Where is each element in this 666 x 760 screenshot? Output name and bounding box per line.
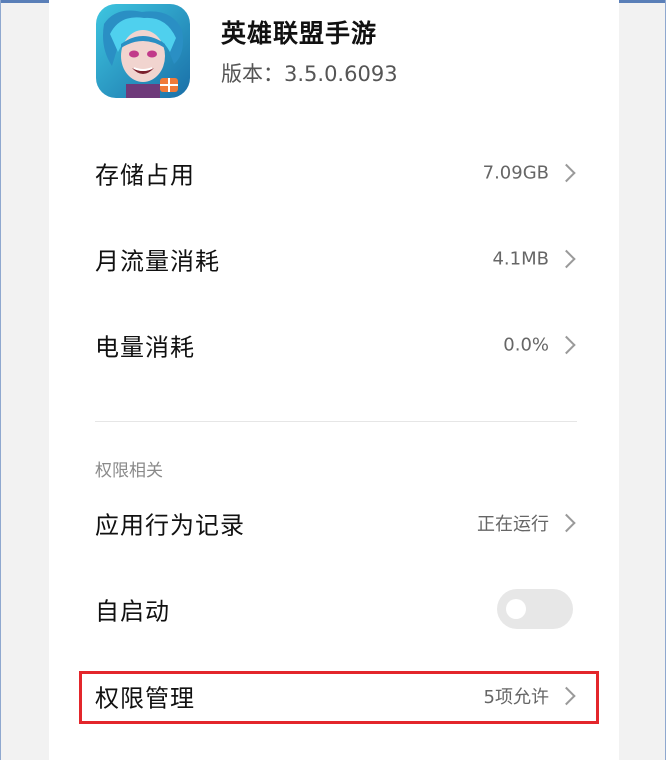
chevron-right-icon — [557, 163, 576, 183]
window-left-border — [0, 0, 1, 760]
row-battery[interactable]: 电量消耗 0.0% — [49, 302, 619, 388]
row-storage[interactable]: 存储占用 7.09GB — [49, 130, 619, 216]
section-title-permissions: 权限相关 — [95, 461, 163, 481]
row-value: 7.09GB — [482, 162, 549, 184]
row-app-behavior[interactable]: 应用行为记录 正在运行 — [49, 480, 619, 566]
toggle-knob — [506, 599, 526, 619]
chevron-right-icon — [557, 335, 576, 355]
chevron-right-icon — [557, 249, 576, 269]
game-character-icon — [96, 4, 190, 98]
row-label: 应用行为记录 — [95, 511, 245, 540]
app-icon-graphic — [96, 4, 190, 98]
autostart-toggle[interactable] — [497, 589, 573, 629]
app-info-panel: 英雄联盟手游 版本：3.5.0.6093 存储占用 7.09GB 月流量消耗 4… — [49, 0, 619, 760]
row-label: 月流量消耗 — [95, 247, 220, 276]
app-name: 英雄联盟手游 — [221, 19, 378, 48]
row-value: 0.0% — [503, 334, 549, 356]
section-divider — [95, 421, 577, 422]
row-value: 4.1MB — [492, 248, 549, 270]
row-monthly-data[interactable]: 月流量消耗 4.1MB — [49, 216, 619, 302]
row-label: 电量消耗 — [95, 333, 195, 362]
highlight-annotation-box — [79, 671, 599, 724]
row-autostart: 自启动 — [49, 566, 619, 652]
chevron-right-icon — [557, 513, 576, 533]
row-label: 自启动 — [95, 597, 170, 626]
row-value: 正在运行 — [477, 514, 549, 535]
app-version: 版本：3.5.0.6093 — [221, 62, 398, 86]
row-label: 存储占用 — [95, 161, 195, 190]
